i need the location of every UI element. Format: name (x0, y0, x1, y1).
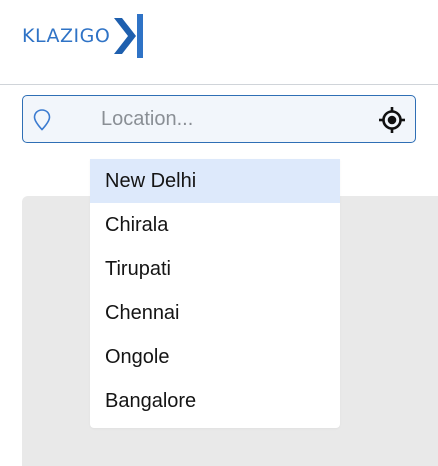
suggestion-item-new-delhi[interactable]: New Delhi (90, 159, 340, 203)
location-input[interactable] (101, 104, 361, 134)
suggestion-item-bangalore[interactable]: Bangalore (90, 379, 340, 423)
logo-chevron-icon (114, 14, 144, 58)
suggestion-item-chennai[interactable]: Chennai (90, 291, 340, 335)
suggestion-item-tirupati[interactable]: Tirupati (90, 247, 340, 291)
suggestion-item-ongole[interactable]: Ongole (90, 335, 340, 379)
gps-target-icon[interactable] (378, 106, 406, 134)
map-pin-icon (33, 109, 51, 131)
location-search-box (22, 95, 416, 143)
logo-text: KLAZIGO (22, 25, 111, 47)
app-header: KLAZIGO (0, 0, 438, 85)
klazigo-logo[interactable]: KLAZIGO (22, 14, 144, 58)
suggestion-item-chirala[interactable]: Chirala (90, 203, 340, 247)
location-suggestions-dropdown: New Delhi Chirala Tirupati Chennai Ongol… (90, 159, 340, 428)
